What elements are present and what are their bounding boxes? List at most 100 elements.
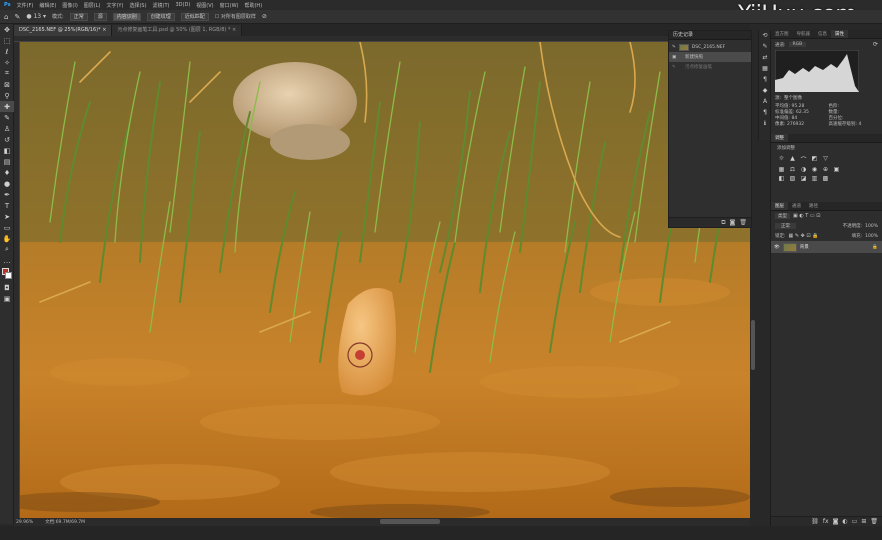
menu-file[interactable]: 文件(F)	[17, 2, 34, 9]
levels-icon[interactable]: ▲	[788, 155, 797, 164]
threshold-icon[interactable]: ◪	[799, 175, 808, 182]
close-icon[interactable]: ×	[232, 27, 236, 33]
camera-icon[interactable]: ◙	[730, 219, 736, 226]
fill-input[interactable]: 100%	[865, 234, 878, 239]
menu-window[interactable]: 窗口(W)	[220, 2, 239, 9]
link-icon[interactable]: ⛓	[811, 518, 819, 525]
hue-saturation-icon[interactable]: ▦	[777, 166, 786, 173]
home-icon[interactable]: ⌂	[4, 13, 8, 21]
marquee-tool-icon[interactable]: ⬚	[0, 35, 14, 46]
menu-edit[interactable]: 编辑(E)	[39, 2, 56, 9]
exposure-icon[interactable]: ◩	[810, 155, 819, 164]
trash-icon[interactable]: 🗑	[739, 219, 747, 226]
menu-type[interactable]: 文字(Y)	[106, 2, 123, 9]
color-lookup-icon[interactable]: ▣	[832, 166, 841, 173]
menu-layer[interactable]: 图层(L)	[84, 2, 101, 9]
tab-paths[interactable]: 路径	[805, 202, 822, 210]
gradient-map-icon[interactable]: ▥	[810, 175, 819, 182]
source-select[interactable]: 整个图像	[784, 95, 802, 101]
tab-document-2[interactable]: 污点修复画笔工具.psd @ 50% (图层 1, RGB/8) * ×	[112, 25, 243, 36]
fx-icon[interactable]: fx	[823, 518, 829, 525]
mask-icon[interactable]: ◙	[833, 518, 839, 525]
filter-icons[interactable]: ▣ ◐ T ▭ ⊡	[793, 213, 820, 219]
tab-layers[interactable]: 图层	[771, 202, 788, 210]
tab-document-1[interactable]: DSC_2165.NEF @ 25%(RGB/16)* ×	[14, 25, 113, 36]
spot-healing-tool-icon[interactable]: ✚	[0, 101, 14, 112]
eyedropper-tool-icon[interactable]: ⚲	[0, 90, 14, 101]
tab-adjustments[interactable]: 调整	[771, 134, 788, 142]
screen-mode-icon[interactable]: ▣	[0, 293, 14, 304]
move-tool-icon[interactable]: ✥	[0, 24, 14, 35]
menu-select[interactable]: 选择(S)	[129, 2, 146, 9]
history-state-open[interactable]: ▣ 新建快照	[669, 52, 751, 62]
mode-select[interactable]: 正常	[69, 12, 88, 21]
pressure-icon[interactable]: ⊘	[262, 13, 267, 20]
layer-kind-select[interactable]: 类型	[775, 213, 790, 219]
curves-icon[interactable]: ⌒	[799, 155, 808, 164]
more-tools-icon[interactable]: …	[0, 255, 14, 266]
new-layer-icon[interactable]: ⊞	[861, 518, 866, 525]
type-tool-icon[interactable]: T	[0, 200, 14, 211]
posterize-icon[interactable]: ▨	[788, 175, 797, 182]
close-icon[interactable]: ×	[102, 27, 106, 33]
gradient-tool-icon[interactable]: ▤	[0, 156, 14, 167]
content-aware-button[interactable]: 内容识别	[112, 12, 141, 21]
horizontal-scrollbar[interactable]	[380, 519, 440, 524]
sample-all-checkbox[interactable]: ☐ 对所有图层取样	[215, 13, 256, 20]
history-snapshot[interactable]: ✎ DSC_2165.NEF	[669, 42, 751, 52]
brightness-icon[interactable]: ☼	[777, 155, 786, 164]
adjustment-layer-icon[interactable]: ◐	[842, 518, 847, 525]
path-select-tool-icon[interactable]: ➤	[0, 211, 14, 222]
menu-3d[interactable]: 3D(D)	[176, 2, 191, 8]
eraser-tool-icon[interactable]: ◧	[0, 145, 14, 156]
black-white-icon[interactable]: ◑	[799, 166, 808, 173]
selective-color-icon[interactable]: ▩	[821, 175, 830, 182]
new-document-icon[interactable]: ⧉	[721, 219, 725, 227]
blur-tool-icon[interactable]: ♦	[0, 167, 14, 178]
tab-histogram[interactable]: 直方图	[771, 30, 793, 38]
vibrance-icon[interactable]: ▽	[821, 155, 830, 164]
create-texture-button[interactable]: 创建纹理	[146, 12, 175, 21]
shape-tool-icon[interactable]: ▭	[0, 222, 14, 233]
zoom-tool-icon[interactable]: ⌕	[0, 244, 14, 255]
blend-mode-select[interactable]: 正常	[775, 223, 796, 229]
frame-tool-icon[interactable]: ⊠	[0, 79, 14, 90]
quick-mask-icon[interactable]: ◘	[0, 282, 14, 293]
crop-tool-icon[interactable]: ⌗	[0, 68, 14, 79]
history-brush-tool-icon[interactable]: ↺	[0, 134, 14, 145]
opacity-input[interactable]: 100%	[865, 224, 878, 229]
zoom-level[interactable]: 29.96%	[16, 520, 33, 525]
menu-help[interactable]: 帮助(H)	[244, 2, 262, 9]
brush-tool-icon[interactable]: ✎	[0, 112, 14, 123]
menu-image[interactable]: 图像(I)	[62, 2, 77, 9]
lock-icons[interactable]: ▦ ✎ ✥ ⊡ 🔒	[789, 233, 819, 239]
lasso-tool-icon[interactable]: ℓ	[0, 46, 14, 57]
brush-size-dropdown[interactable]: ● 13 ▾	[26, 13, 46, 20]
dodge-tool-icon[interactable]: ●	[0, 178, 14, 189]
tab-info[interactable]: 信息	[814, 30, 831, 38]
vertical-scrollbar[interactable]	[751, 320, 755, 370]
channel-mixer-icon[interactable]: ⊕	[821, 166, 830, 173]
clone-stamp-tool-icon[interactable]: ♙	[0, 123, 14, 134]
image-canvas[interactable]	[20, 42, 750, 518]
refresh-icon[interactable]: ⟳	[873, 41, 878, 48]
tab-properties[interactable]: 属性	[831, 30, 848, 38]
color-balance-icon[interactable]: ⚖	[788, 166, 797, 173]
proximity-match-button[interactable]: 近似匹配	[180, 12, 209, 21]
tab-channels[interactable]: 通道	[788, 202, 805, 210]
color-swatches[interactable]	[0, 266, 14, 282]
tab-navigator[interactable]: 导航器	[793, 30, 815, 38]
menu-filter[interactable]: 滤镜(T)	[153, 2, 170, 9]
channel-select[interactable]: RGB	[788, 42, 807, 47]
photo-filter-icon[interactable]: ◉	[810, 166, 819, 173]
menu-view[interactable]: 视图(V)	[196, 2, 213, 9]
layer-background[interactable]: 👁 背景 🔒	[771, 241, 882, 253]
ps-logo[interactable]: Ps	[4, 2, 11, 8]
trash-icon[interactable]: 🗑	[870, 518, 878, 525]
invert-icon[interactable]: ◧	[777, 175, 786, 182]
hand-tool-icon[interactable]: ✋	[0, 233, 14, 244]
source-button[interactable]: 源	[93, 12, 107, 21]
spot-healing-brush-icon[interactable]: ✎	[14, 13, 20, 21]
group-icon[interactable]: ▭	[852, 518, 858, 525]
background-color[interactable]	[5, 272, 12, 279]
